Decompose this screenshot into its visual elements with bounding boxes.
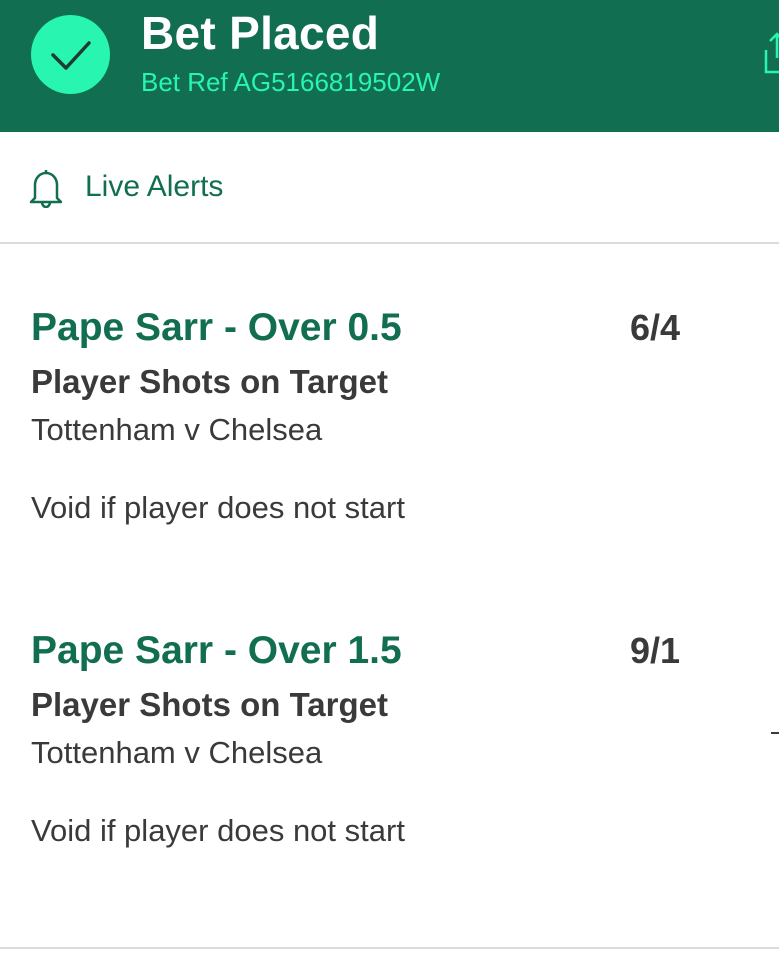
- bet-market: Player Shots on Target: [31, 363, 388, 400]
- bet-placed-header: Bet Placed Bet Ref AG5166819502W: [0, 0, 779, 132]
- bet-selection: Pape Sarr - Over 1.5: [31, 629, 402, 672]
- bet-event: Tottenham v Chelsea: [31, 735, 323, 770]
- bet-reference: Bet Ref AG5166819502W: [141, 67, 441, 97]
- bet-event: Tottenham v Chelsea: [31, 412, 323, 447]
- page-title: Bet Placed: [141, 7, 380, 59]
- bet-item: Pape Sarr - Over 0.5 6/4 Player Shots on…: [0, 304, 779, 604]
- bet-odds: 6/4: [630, 307, 681, 348]
- bet-rule-note: Void if player does not start: [31, 813, 405, 848]
- bet-market: Player Shots on Target: [31, 686, 388, 723]
- edge-dash: [771, 732, 779, 734]
- bet-confirmation-page: Bet Placed Bet Ref AG5166819502W Live Al…: [0, 0, 779, 958]
- divider: [0, 947, 779, 949]
- bet-selection: Pape Sarr - Over 0.5: [31, 306, 402, 349]
- bet-item: Pape Sarr - Over 1.5 9/1 Player Shots on…: [0, 627, 779, 927]
- bell-icon: [27, 168, 65, 209]
- bet-odds: 9/1: [630, 630, 681, 671]
- share-icon[interactable]: [762, 28, 779, 78]
- live-alerts-button[interactable]: Live Alerts: [0, 132, 779, 244]
- live-alerts-label: Live Alerts: [85, 170, 224, 203]
- check-icon: [31, 15, 110, 94]
- bet-rule-note: Void if player does not start: [31, 490, 405, 525]
